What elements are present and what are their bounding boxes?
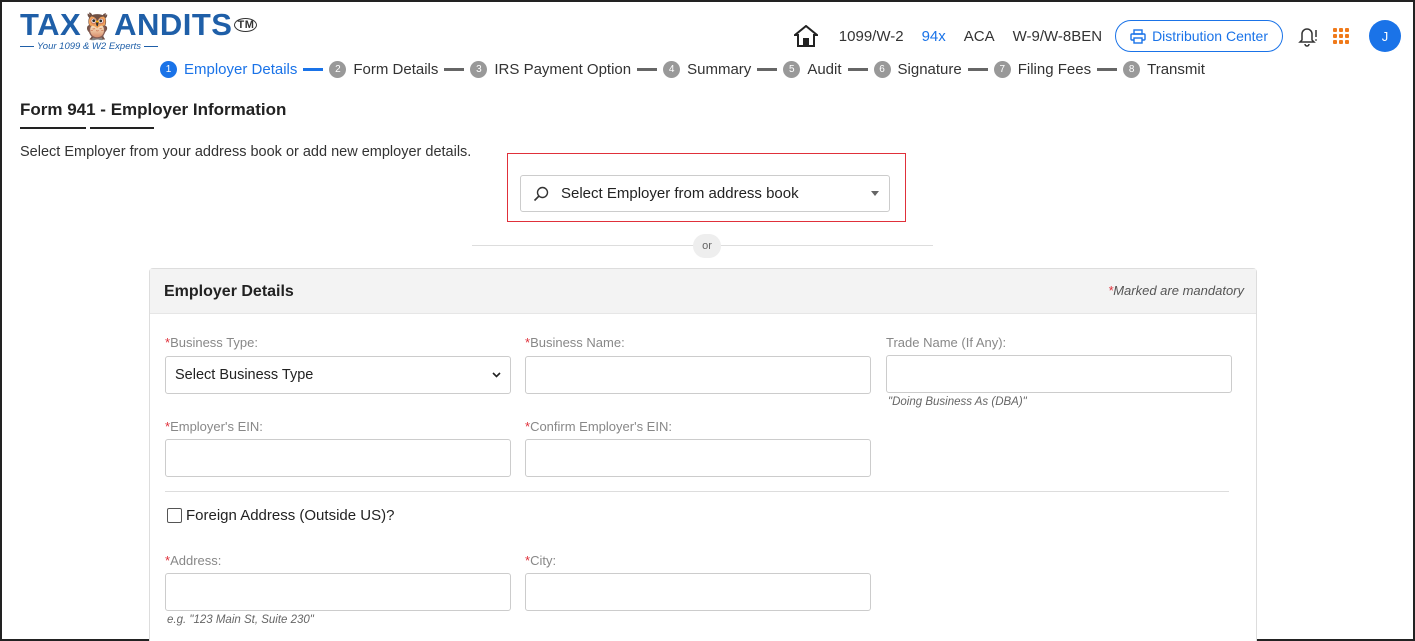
city-label: *City: xyxy=(525,553,557,568)
top-navigation: 1099/W-2 94x ACA W-9/W-8BEN Distribution… xyxy=(793,18,1401,54)
bell-icon[interactable] xyxy=(1297,25,1317,47)
employer-search-select[interactable]: Select Employer from address book xyxy=(520,175,890,212)
address-hint: e.g. "123 Main St, Suite 230" xyxy=(167,614,314,626)
step-number: 7 xyxy=(993,60,1011,78)
title-underline xyxy=(20,127,86,129)
step-label: Transmit xyxy=(1147,60,1205,78)
address-input[interactable] xyxy=(165,573,511,611)
step-employer-details[interactable]: 1 Employer Details xyxy=(160,60,298,78)
trade-name-label: Trade Name (If Any): xyxy=(886,335,1007,350)
page-title: Form 941 - Employer Information xyxy=(20,100,287,119)
step-number: 1 xyxy=(160,60,177,78)
apps-grid-icon[interactable] xyxy=(1333,28,1349,44)
step-number: 5 xyxy=(783,60,801,78)
printer-icon xyxy=(1130,28,1146,44)
business-type-label: *Business Type: xyxy=(165,335,258,350)
business-name-label: *Business Name: xyxy=(525,335,625,350)
employer-search-placeholder: Select Employer from address book xyxy=(561,185,799,202)
home-icon[interactable] xyxy=(793,25,818,47)
ein-input[interactable] xyxy=(165,439,511,477)
chevron-down-icon xyxy=(492,372,501,378)
step-connector xyxy=(444,67,465,71)
logo-wordmark: TAX🦉ANDITS TM xyxy=(20,8,258,43)
section-divider xyxy=(165,491,1229,492)
caret-down-icon xyxy=(871,191,879,196)
city-input[interactable] xyxy=(525,573,871,611)
step-transmit[interactable]: 8 Transmit xyxy=(1123,60,1205,78)
step-filing-fees[interactable]: 7 Filing Fees xyxy=(993,60,1092,78)
ein-label: *Employer's EIN: xyxy=(165,419,263,434)
step-label: Form Details xyxy=(353,60,439,78)
nav-94x[interactable]: 94x xyxy=(922,28,946,45)
step-connector xyxy=(637,67,658,71)
step-label: Filing Fees xyxy=(1017,60,1092,78)
business-type-value: Select Business Type xyxy=(175,367,314,383)
step-label: Audit xyxy=(807,60,842,78)
nav-aca[interactable]: ACA xyxy=(964,28,995,45)
mandatory-note: *Marked are mandatory xyxy=(1108,283,1244,298)
step-form-details[interactable]: 2 Form Details xyxy=(329,60,439,78)
step-connector xyxy=(1097,67,1118,71)
or-badge: or xyxy=(693,234,721,258)
step-audit[interactable]: 5 Audit xyxy=(783,60,842,78)
step-connector xyxy=(757,67,778,71)
card-header: Employer Details *Marked are mandatory xyxy=(150,269,1256,314)
business-name-input[interactable] xyxy=(525,356,871,394)
step-label: Summary xyxy=(687,60,752,78)
step-irs-payment-option[interactable]: 3 IRS Payment Option xyxy=(470,60,632,78)
nav-1099-w2[interactable]: 1099/W-2 xyxy=(839,28,904,45)
step-number: 3 xyxy=(470,60,488,78)
progress-stepper: 1 Employer Details 2 Form Details 3 IRS … xyxy=(160,58,1205,80)
step-connector xyxy=(847,67,868,71)
nav-w9-w8ben[interactable]: W-9/W-8BEN xyxy=(1013,28,1102,45)
business-type-select[interactable]: Select Business Type xyxy=(165,356,511,394)
step-label: Signature xyxy=(897,60,962,78)
address-label: *Address: xyxy=(165,553,222,568)
step-connector xyxy=(303,67,324,71)
step-connector xyxy=(967,67,988,71)
foreign-address-checkbox[interactable] xyxy=(167,508,182,523)
user-avatar[interactable]: J xyxy=(1369,20,1401,52)
step-label: Employer Details xyxy=(184,60,298,78)
step-summary[interactable]: 4 Summary xyxy=(663,60,752,78)
step-number: 8 xyxy=(1123,60,1141,78)
confirm-ein-input[interactable] xyxy=(525,439,871,477)
distribution-center-label: Distribution Center xyxy=(1152,28,1268,44)
step-signature[interactable]: 6 Signature xyxy=(873,60,962,78)
foreign-address-row[interactable]: Foreign Address (Outside US)? xyxy=(167,507,394,524)
trade-name-hint: "Doing Business As (DBA)" xyxy=(888,396,1027,408)
instruction-text: Select Employer from your address book o… xyxy=(20,144,472,160)
step-number: 4 xyxy=(663,60,681,78)
step-label: IRS Payment Option xyxy=(494,60,632,78)
taxbandits-logo[interactable]: TAX🦉ANDITS TM Your 1099 & W2 Experts xyxy=(20,8,258,60)
trade-name-input[interactable] xyxy=(886,355,1232,393)
foreign-address-label: Foreign Address (Outside US)? xyxy=(186,507,395,524)
logo-tagline: Your 1099 & W2 Experts xyxy=(37,41,142,52)
distribution-center-button[interactable]: Distribution Center xyxy=(1115,20,1283,52)
confirm-ein-label: *Confirm Employer's EIN: xyxy=(525,419,672,434)
title-underline xyxy=(90,127,154,129)
step-number: 2 xyxy=(329,60,347,78)
search-icon xyxy=(533,186,549,201)
card-title: Employer Details xyxy=(164,283,294,300)
step-number: 6 xyxy=(873,60,891,78)
